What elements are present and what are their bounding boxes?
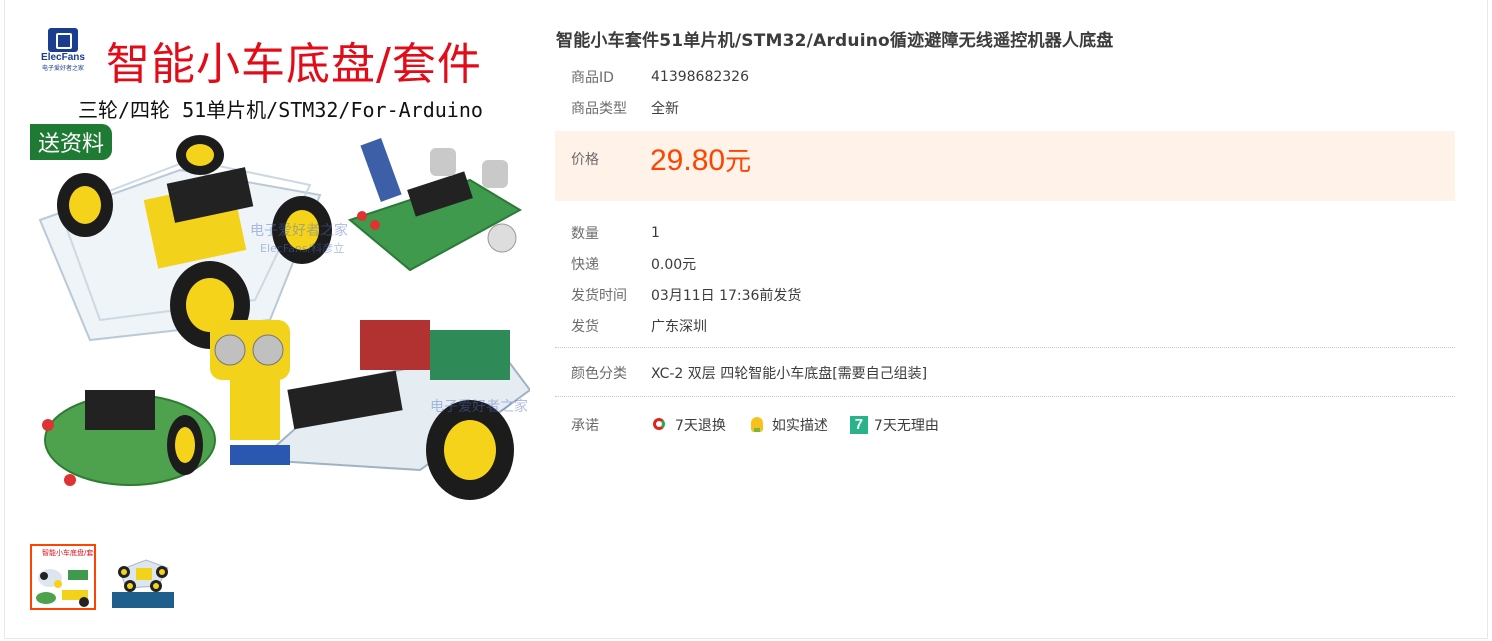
thumbnail-1[interactable]: 智能小车底盘/套件 [30,544,96,610]
color-row: 颜色分类 XC-2 双层 四轮智能小车底盘[需要自己组装] [555,357,1455,388]
price-display: 29.80元 [650,141,751,178]
price-label: 价格 [571,152,599,168]
product-type-row: 商品类型 全新 [555,92,1455,123]
product-title: 智能小车套件51单片机/STM32/Arduino循迹避障无线遥控机器人底盘 [556,31,1114,51]
describe-icon [748,416,766,434]
brand-logo: ElecFans 电子爱好者之家 [40,28,86,72]
ship-time-row: 发货时间 03月11日 17:36前发货 [555,279,1455,310]
product-info-panel: 智能小车套件51单片机/STM32/Arduino循迹避障无线遥控机器人底盘 商… [555,26,1455,440]
origin-row: 发货 广东深圳 [555,310,1455,341]
thumbnail-2-image [112,546,174,608]
price-box: 价格 29.80元 [555,131,1455,201]
brand-logo-subtext: 电子爱好者之家 [41,65,84,72]
promise-seven-day[interactable]: 7 7天无理由 [849,415,939,435]
brand-logo-icon [48,28,78,52]
promise-seven-day-label: 7天无理由 [873,417,939,434]
color-value[interactable]: XC-2 双层 四轮智能小车底盘[需要自己组装] [651,363,927,383]
promise-describe-label: 如实描述 [771,417,828,434]
color-group: 颜色分类 XC-2 双层 四轮智能小车底盘[需要自己组装] [555,348,1455,397]
thumbnail-caption: 智能小车底盘/套件 [42,549,96,557]
watermark: ElecFans/科彦立 [260,242,345,255]
main-product-image[interactable]: ElecFans 电子爱好者之家 智能小车底盘/套件 三轮/四轮 51单片机/S… [30,20,530,520]
product-id-row: 商品ID 41398682326 [555,61,1455,92]
promise-describe[interactable]: 如实描述 [748,415,828,435]
product-type-label: 商品类型 [571,100,627,117]
ship-time-value: 03月11日 17:36前发货 [651,287,802,304]
promise-row: 承诺 7天退换 如实描述 7 7天无理由 [555,409,1455,440]
product-id-label: 商品ID [571,69,614,86]
brand-logo-text: ElecFans [41,52,85,63]
watermark: 电子爱好者之家 [250,223,348,239]
promise-group: 承诺 7天退换 如实描述 7 7天无理由 [555,397,1455,440]
thumbnail-strip: 智能小车底盘/套件 [30,544,176,610]
image-headline: 智能小车底盘/套件 [106,39,482,90]
return-icon [651,416,669,434]
thumbnail-2[interactable] [110,544,176,610]
image-badge: 送资料 [30,124,113,160]
order-details-group: 数量 1 快递 0.00元 发货时间 03月11日 17:36前发货 发货 广东… [555,217,1455,348]
shipping-fee-value: 0.00元 [651,256,697,273]
quantity-value[interactable]: 1 [651,225,660,241]
origin-label: 发货 [571,318,599,335]
product-type-value: 全新 [651,100,679,117]
promise-return-label: 7天退换 [675,417,726,434]
shipping-fee-row: 快递 0.00元 [555,248,1455,279]
promise-return[interactable]: 7天退换 [651,415,726,435]
price-value: 29.80 [650,144,726,177]
color-label: 颜色分类 [571,365,627,382]
quantity-label: 数量 [571,225,599,242]
shipping-fee-label: 快递 [571,256,599,273]
quantity-row: 数量 1 [555,217,1455,248]
origin-value: 广东深圳 [651,318,707,335]
product-id-value: 41398682326 [651,68,749,85]
seven-day-icon: 7 [849,415,868,434]
image-subheadline: 三轮/四轮 51单片机/STM32/For-Arduino [78,98,483,122]
ship-time-label: 发货时间 [571,287,627,304]
three-wheel-pcb-car-illustration [347,138,523,272]
promise-label: 承诺 [571,417,599,434]
round-pcb-car-illustration [42,390,216,486]
watermark: 电子爱好者之家 [430,399,528,415]
price-unit: 元 [725,147,752,177]
